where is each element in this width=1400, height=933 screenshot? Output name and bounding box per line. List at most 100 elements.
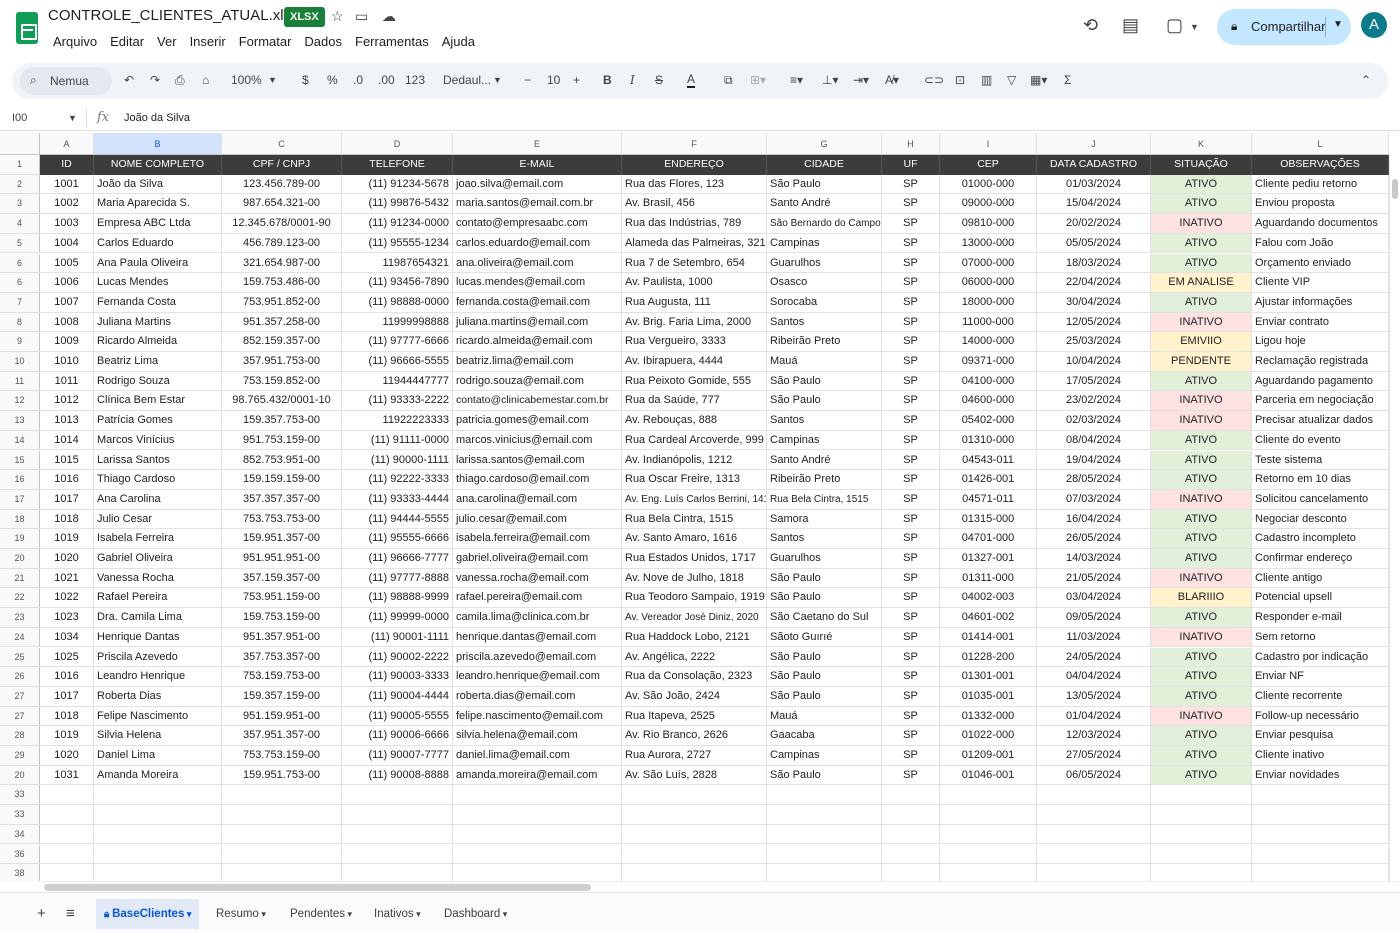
table-cell[interactable]: Av. Ibirapuera, 4444 [622, 352, 767, 372]
table-cell[interactable]: SP [882, 391, 940, 412]
table-cell[interactable]: 23/02/2024 [1037, 391, 1151, 412]
table-cell[interactable]: Retorno em 10 dias [1252, 470, 1389, 490]
font-size-increase-button[interactable]: + [573, 73, 580, 87]
table-cell[interactable]: Campinas [767, 746, 882, 766]
status-cell[interactable]: BLARIIIO [1151, 588, 1252, 609]
table-cell[interactable]: (11) 99999-0000 [342, 608, 453, 628]
row-number[interactable]: 13 [0, 411, 40, 431]
table-cell[interactable]: 1011 [40, 371, 94, 392]
table-cell[interactable]: Rua Itapeva, 2525 [622, 706, 767, 727]
zoom-select[interactable]: 100% [231, 73, 262, 87]
table-cell[interactable]: 21/05/2024 [1037, 568, 1151, 589]
table-cell[interactable]: roberta.dias@email.com [453, 686, 622, 707]
font-size-input[interactable]: 10 [547, 73, 560, 87]
row-number[interactable]: 2 [0, 174, 40, 195]
table-cell[interactable]: Rafael Pereira [94, 588, 222, 609]
table-cell[interactable]: 03/04/2024 [1037, 588, 1151, 609]
table-cell[interactable]: 11999998888 [342, 312, 453, 333]
table-cell[interactable]: 05402-000 [940, 411, 1037, 431]
table-cell[interactable]: Isabela Ferreira [94, 529, 222, 549]
table-cell[interactable]: 159.951.357-00 [222, 529, 342, 549]
table-cell[interactable]: Cadastro por indicação [1252, 647, 1389, 668]
table-cell[interactable]: Campinas [767, 430, 882, 451]
table-cell[interactable]: 357.357.357-00 [222, 489, 342, 510]
column-header-j[interactable]: J [1037, 133, 1151, 155]
table-cell[interactable]: 1016 [40, 470, 94, 490]
table-cell[interactable]: 08/04/2024 [1037, 430, 1151, 451]
table-cell[interactable]: Av. Eng. Luís Carlos Berrini, 1414 [622, 489, 767, 510]
video-call-icon[interactable]: ▢ [1166, 15, 1183, 36]
empty-cell[interactable] [1037, 824, 1151, 845]
table-cell[interactable]: 13/05/2024 [1037, 686, 1151, 707]
empty-cell[interactable] [453, 844, 622, 865]
table-cell[interactable]: (11) 90008-8888 [342, 765, 453, 786]
table-cell[interactable]: SP [882, 686, 940, 707]
empty-cell[interactable] [1037, 844, 1151, 865]
status-cell[interactable]: ATIVO [1151, 292, 1252, 313]
column-header-e[interactable]: E [453, 133, 622, 155]
row-number[interactable]: 17 [0, 489, 40, 510]
row-number[interactable]: 16 [0, 470, 40, 490]
table-cell[interactable]: Av. Rio Branco, 2626 [622, 726, 767, 746]
table-header-cell[interactable]: OBSERVAÇÕES [1252, 155, 1389, 175]
text-color-button[interactable]: A [687, 73, 696, 88]
table-cell[interactable]: 753.951.852-00 [222, 292, 342, 313]
table-cell[interactable]: 159.357.753-00 [222, 411, 342, 431]
menu-ajuda[interactable]: Ajuda [437, 33, 480, 50]
row-number[interactable]: 26 [0, 667, 40, 687]
empty-cell[interactable] [222, 864, 342, 881]
table-cell[interactable]: SP [882, 470, 940, 490]
row-number[interactable]: 34 [0, 824, 40, 845]
empty-cell[interactable] [40, 805, 94, 825]
table-header-cell[interactable]: UF [882, 155, 940, 175]
table-cell[interactable]: 1017 [40, 686, 94, 707]
row-number[interactable]: 10 [0, 352, 40, 372]
table-cell[interactable]: Responder e-mail [1252, 608, 1389, 628]
status-cell[interactable]: EM ANALISE [1151, 273, 1252, 293]
table-cell[interactable]: Av. São João, 2424 [622, 686, 767, 707]
table-cell[interactable]: SP [882, 174, 940, 195]
table-cell[interactable]: Rua Teodoro Sampaio, 1919 [622, 588, 767, 609]
empty-cell[interactable] [94, 844, 222, 865]
font-select[interactable]: Dedaul... [443, 73, 491, 87]
empty-cell[interactable] [1151, 824, 1252, 845]
table-cell[interactable]: 06000-000 [940, 273, 1037, 293]
table-cell[interactable]: (11) 90003-3333 [342, 667, 453, 687]
table-cell[interactable]: Cadastro incompleto [1252, 529, 1389, 549]
row-number[interactable]: 20 [0, 549, 40, 569]
table-cell[interactable]: Rua Bela Cintra, 1515 [622, 509, 767, 530]
table-cell[interactable]: 159.951.753-00 [222, 765, 342, 786]
name-box[interactable]: I00 [12, 112, 27, 124]
row-number[interactable]: 20 [0, 765, 40, 786]
table-cell[interactable]: 04601-002 [940, 608, 1037, 628]
table-cell[interactable]: SP [882, 549, 940, 569]
font-size-decrease-button[interactable]: − [524, 73, 531, 87]
table-cell[interactable]: Amanda Moreira [94, 765, 222, 786]
table-cell[interactable]: Parceria em negociação [1252, 391, 1389, 412]
horizontal-align-icon[interactable]: ≡▾ [790, 73, 803, 87]
table-cell[interactable]: Henrique Dantas [94, 627, 222, 648]
borders-icon[interactable]: ⊞▾ [750, 73, 766, 87]
table-cell[interactable]: Silvia Helena [94, 726, 222, 746]
table-cell[interactable]: thiago.cardoso@email.com [453, 470, 622, 490]
table-cell[interactable]: 1016 [40, 667, 94, 687]
document-title[interactable]: CONTROLE_CLIENTES_ATUAL.xlsx [48, 7, 299, 24]
table-cell[interactable]: 987.654.321-00 [222, 194, 342, 215]
table-cell[interactable]: Ribeirão Preto [767, 470, 882, 490]
row-number[interactable]: 3 [0, 194, 40, 215]
table-cell[interactable]: (11) 91111-0000 [342, 430, 453, 451]
table-cell[interactable]: 357.951.357-00 [222, 726, 342, 746]
empty-cell[interactable] [940, 844, 1037, 865]
table-cell[interactable]: Daniel Lima [94, 746, 222, 766]
row-number[interactable]: 22 [0, 588, 40, 609]
table-cell[interactable]: São Paulo [767, 686, 882, 707]
table-cell[interactable]: Fernanda Costa [94, 292, 222, 313]
table-cell[interactable]: SP [882, 667, 940, 687]
table-cell[interactable]: Ana Carolina [94, 489, 222, 510]
table-header-cell[interactable]: CIDADE [767, 155, 882, 175]
table-cell[interactable]: 18/03/2024 [1037, 253, 1151, 274]
table-cell[interactable]: 11/03/2024 [1037, 627, 1151, 648]
table-cell[interactable]: 1002 [40, 194, 94, 215]
table-cell[interactable]: 1001 [40, 174, 94, 195]
table-cell[interactable]: (11) 90005-5555 [342, 706, 453, 727]
